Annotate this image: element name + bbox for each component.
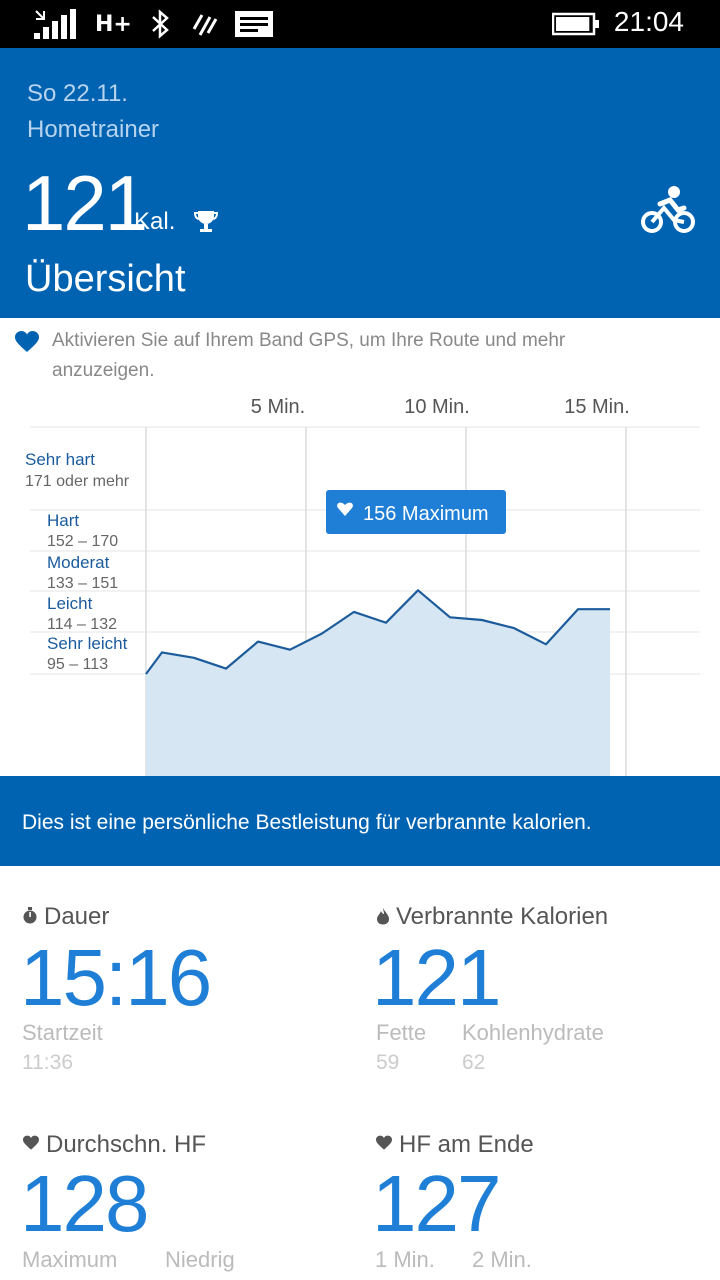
stopwatch-icon bbox=[22, 907, 38, 929]
duration-label: Dauer bbox=[44, 903, 110, 930]
x-tick-label: 10 Min. bbox=[404, 396, 470, 418]
calories-burned-value: 121 bbox=[372, 933, 501, 1022]
battery-icon bbox=[552, 8, 600, 40]
activity-type: Hometrainer bbox=[27, 116, 160, 143]
heart-icon bbox=[375, 1135, 393, 1155]
max-hr-label: 156 Maximum bbox=[363, 503, 489, 525]
end-hr-1min-label: 1 Min. bbox=[375, 1247, 435, 1272]
workout-header: So 22.11. Hometrainer 121 Kal. Übersicht bbox=[0, 48, 720, 318]
low-hr-label: Niedrig bbox=[165, 1247, 235, 1272]
zone-name: Leicht bbox=[47, 594, 93, 613]
heart-icon bbox=[22, 1135, 40, 1155]
zone-range: 114 – 132 bbox=[47, 616, 117, 633]
zone-range: 133 – 151 bbox=[47, 575, 118, 592]
workout-date: So 22.11. bbox=[27, 80, 128, 107]
heart-rate-chart: 5 Min. 10 Min. 15 Min. Sehr hart 171 oder me… bbox=[0, 380, 720, 776]
clock: 21:04 bbox=[613, 6, 684, 37]
zone-range: 171 oder mehr bbox=[25, 473, 130, 490]
trophy-icon bbox=[193, 208, 219, 238]
band-sync-icon bbox=[190, 8, 220, 40]
carbs-value: 62 bbox=[462, 1051, 486, 1074]
end-hr-value: 127 bbox=[372, 1159, 501, 1248]
end-hr-label: HF am Ende bbox=[399, 1131, 534, 1158]
avg-hr-value: 128 bbox=[20, 1159, 149, 1248]
gps-notice: Aktivieren Sie auf Ihrem Band GPS, um Ih… bbox=[52, 330, 566, 381]
zone-name: Sehr leicht bbox=[47, 634, 128, 653]
bike-icon bbox=[640, 184, 696, 240]
status-bar: H+ 21:04 bbox=[0, 0, 720, 48]
start-time-value: 11:36 bbox=[22, 1051, 73, 1074]
heart-icon bbox=[14, 330, 40, 358]
calories-burned-label: Verbrannte Kalorien bbox=[396, 903, 609, 930]
x-tick-label: 15 Min. bbox=[564, 396, 630, 418]
fat-label: Fette bbox=[376, 1020, 427, 1045]
zone-range: 152 – 170 bbox=[47, 533, 118, 550]
zone-name: Sehr hart bbox=[25, 450, 95, 469]
personal-best-text: Dies ist eine persönliche Bestleistung f… bbox=[22, 811, 592, 834]
network-type-label: H+ bbox=[95, 11, 132, 37]
max-hr-label: Maximum bbox=[22, 1247, 118, 1272]
x-tick-label: 5 Min. bbox=[251, 396, 305, 418]
heart-rate-chart-svg: 5 Min. 10 Min. 15 Min. Sehr hart 171 oder me… bbox=[25, 396, 700, 776]
end-hr-2min-label: 2 Min. bbox=[472, 1247, 532, 1272]
calories-unit: Kal. bbox=[134, 208, 176, 235]
zone-name: Moderat bbox=[47, 553, 110, 572]
flame-icon bbox=[376, 907, 390, 929]
calories-total: 121 bbox=[22, 159, 148, 247]
avg-hr-label: Durchschn. HF bbox=[46, 1131, 207, 1158]
carbs-label: Kohlenhydrate bbox=[462, 1020, 604, 1045]
page-title: Übersicht bbox=[25, 258, 186, 300]
bluetooth-icon bbox=[150, 8, 172, 40]
zone-name: Hart bbox=[47, 511, 79, 530]
signal-icon bbox=[34, 8, 80, 40]
fat-value: 59 bbox=[376, 1051, 400, 1074]
hr-area bbox=[146, 590, 610, 776]
duration-value: 15:16 bbox=[20, 933, 212, 1022]
zone-range: 95 – 113 bbox=[47, 656, 108, 673]
message-icon bbox=[234, 8, 274, 40]
start-time-label: Startzeit bbox=[22, 1020, 103, 1045]
personal-best-banner: Dies ist eine persönliche Bestleistung f… bbox=[0, 776, 720, 866]
